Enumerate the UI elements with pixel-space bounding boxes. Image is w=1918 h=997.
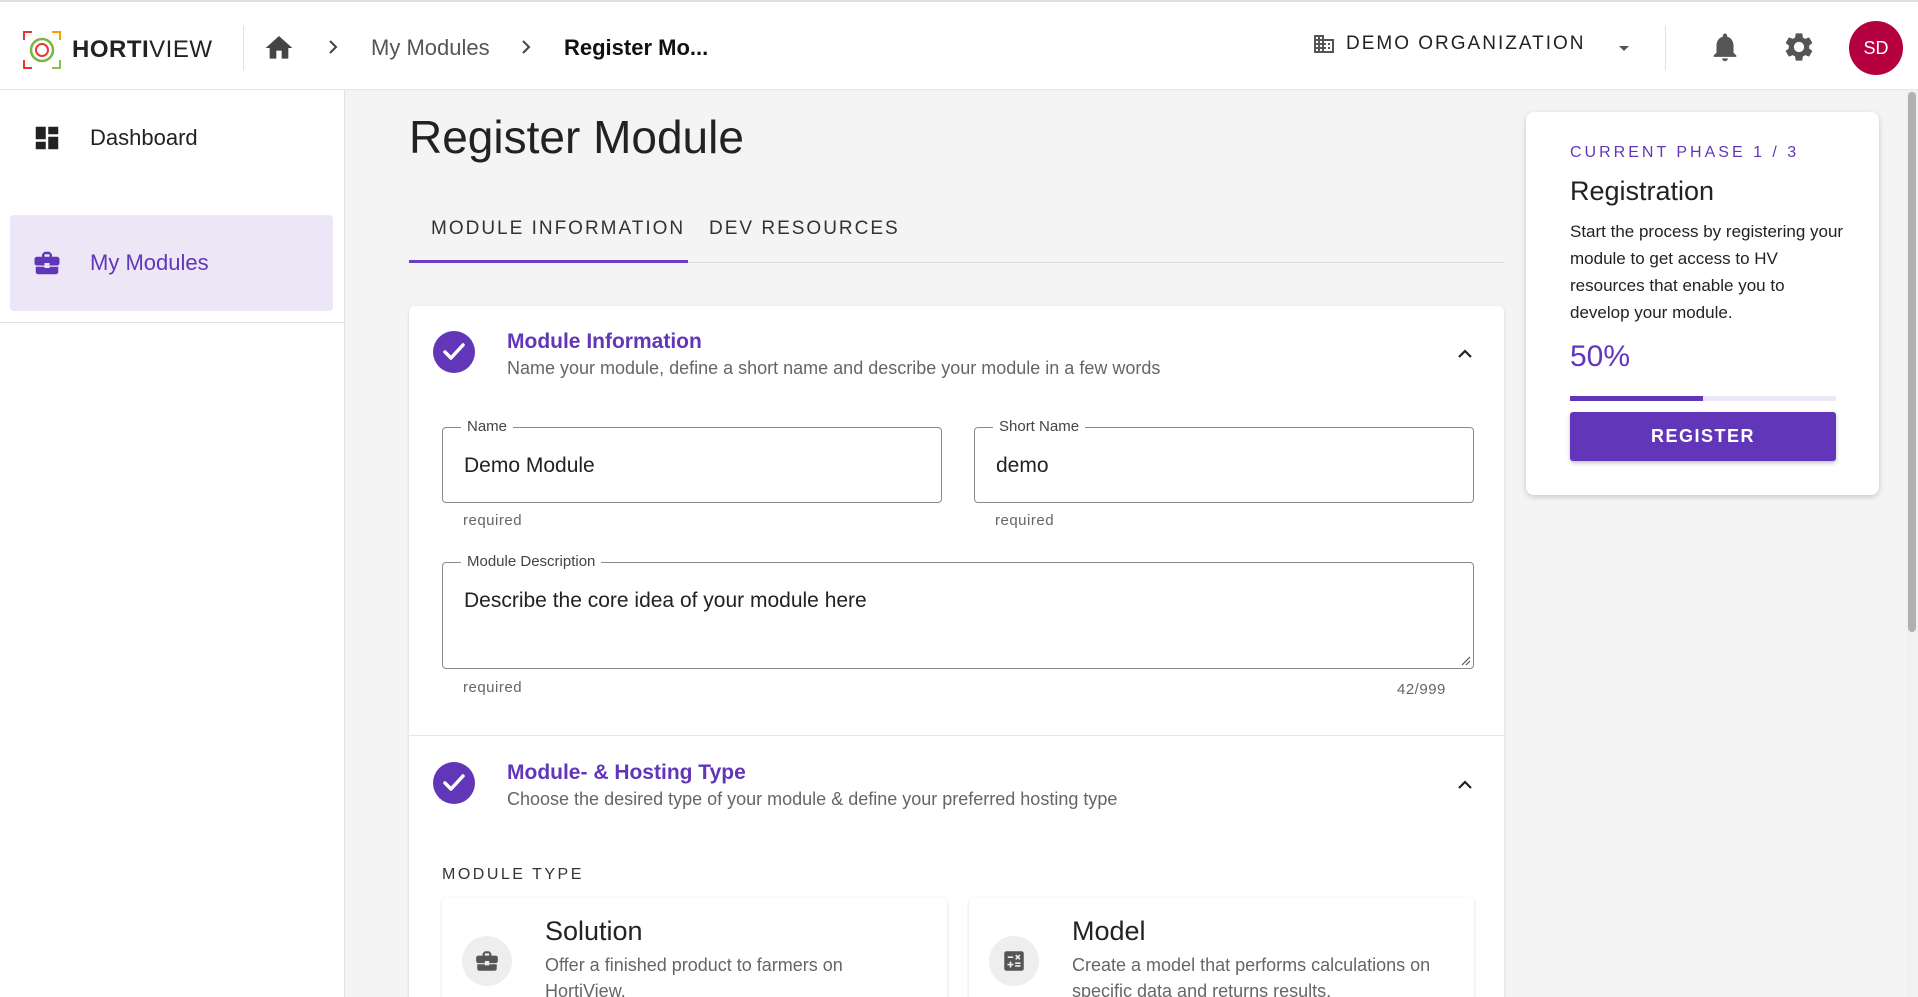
type-title: Model [1072, 916, 1146, 946]
type-description: Create a model that performs calculation… [1072, 955, 1431, 997]
field-hint: required [995, 512, 1055, 529]
type-title: Solution [545, 916, 643, 946]
tab-module-information[interactable]: MODULE INFORMATION [431, 218, 685, 240]
phase-description: Start the process by registering your mo… [1570, 222, 1844, 322]
tab-dev-resources[interactable]: DEV RESOURCES [709, 218, 900, 240]
progress-percent: 50% [1570, 340, 1631, 373]
character-counter: 42/999 [1397, 681, 1446, 698]
section-subtitle: Name your module, define a short name an… [507, 358, 1161, 378]
logo-icon [23, 31, 61, 69]
module-type-model-card[interactable]: Model Create a model that performs calcu… [969, 898, 1474, 997]
page-title: Register Module [409, 111, 744, 163]
divider [1665, 26, 1666, 70]
progress-bar [1570, 396, 1836, 401]
scrollbar[interactable] [1906, 90, 1918, 997]
organization-name: DEMO ORGANIZATION [1346, 33, 1586, 54]
chevron-right-icon [329, 40, 338, 54]
module-description-field[interactable]: Module Description Describe the core ide… [442, 553, 1474, 669]
sidebar-item-dashboard[interactable]: Dashboard [10, 90, 333, 186]
bell-icon[interactable] [1708, 30, 1742, 64]
divider [243, 26, 244, 70]
tab-bar: MODULE INFORMATION DEV RESOURCES [409, 200, 1504, 263]
building-icon [1314, 35, 1334, 53]
dropdown-caret-icon[interactable] [1612, 36, 1636, 60]
field-hint: required [463, 679, 523, 696]
section-title: Module- & Hosting Type [507, 761, 746, 784]
organization-selector[interactable]: DEMO ORGANIZATION [1312, 32, 1585, 56]
active-tab-indicator [409, 260, 688, 263]
field-label: Module Description [461, 553, 602, 570]
breadcrumb-current: Register Mo... [564, 35, 709, 60]
field-hint: required [463, 512, 523, 529]
type-description: Offer a finished product to farmers on H… [545, 955, 843, 997]
toolbox-icon [476, 951, 498, 971]
resize-handle-icon[interactable] [1459, 654, 1471, 666]
calculator-icon [1004, 951, 1024, 971]
sidebar-item-my-modules[interactable]: My Modules [10, 215, 333, 311]
check-circle-icon [433, 762, 475, 804]
phase-kicker: CURRENT PHASE 1 / 3 [1570, 144, 1800, 161]
briefcase-icon [34, 251, 60, 275]
name-field[interactable]: Name Demo Module [442, 418, 942, 503]
chevron-right-icon [522, 40, 531, 54]
sidebar-item-label: My Modules [90, 250, 209, 275]
field-label: Name [461, 418, 514, 435]
section-subtitle: Choose the desired type of your module &… [507, 789, 1118, 809]
short-name-field[interactable]: Short Name demo [974, 418, 1474, 503]
section-divider [409, 735, 1504, 736]
section-title: Module Information [507, 330, 702, 353]
gear-icon[interactable] [1782, 30, 1816, 64]
chevron-up-icon[interactable] [1453, 342, 1477, 366]
avatar[interactable]: SD [1849, 21, 1903, 75]
hortiview-logo[interactable]: HORTIVIEW [20, 28, 213, 72]
module-form-card: Module Information Name your module, def… [409, 306, 1504, 997]
name-input[interactable]: Demo Module [464, 454, 595, 478]
check-circle-icon [433, 331, 475, 373]
home-icon[interactable] [263, 32, 295, 64]
module-description-textarea[interactable]: Describe the core idea of your module he… [464, 589, 867, 613]
progress-bar-fill [1570, 396, 1703, 401]
sidebar-item-label: Dashboard [90, 125, 198, 150]
sidebar: Dashboard My Modules [0, 90, 345, 997]
short-name-input[interactable]: demo [996, 454, 1049, 478]
module-type-solution-card[interactable]: Solution Offer a finished product to far… [442, 898, 947, 997]
scrollbar-thumb[interactable] [1908, 92, 1916, 632]
divider [0, 322, 345, 323]
phase-card: CURRENT PHASE 1 / 3 Registration Start t… [1526, 112, 1879, 495]
register-button[interactable]: REGISTER [1570, 412, 1836, 461]
breadcrumb-my-modules[interactable]: My Modules [371, 35, 490, 61]
field-label: Short Name [993, 418, 1086, 435]
phase-title: Registration [1570, 176, 1715, 206]
top-bar: HORTIVIEW My Modules Register Mo... DEMO… [0, 0, 1918, 90]
chevron-up-icon[interactable] [1453, 773, 1477, 797]
dashboard-icon [35, 126, 59, 150]
module-type-label: MODULE TYPE [442, 866, 584, 883]
